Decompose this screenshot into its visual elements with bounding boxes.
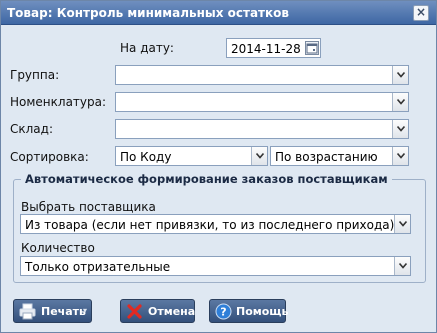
cancel-button[interactable]: Отмена xyxy=(120,299,195,323)
cancel-button-label: Отмена xyxy=(148,305,196,318)
date-field[interactable]: 2014-11-28 xyxy=(226,38,321,58)
printer-icon xyxy=(19,303,36,320)
calendar-icon[interactable] xyxy=(305,41,319,55)
supplier-label: Выбрать поставщика xyxy=(21,200,156,214)
chevron-down-icon[interactable] xyxy=(392,93,408,111)
quantity-value: Только отризательные xyxy=(25,260,171,274)
window-title: Товар: Контроль минимальных остатков xyxy=(7,6,289,20)
supplier-value: Из товара (если нет привязки, то из посл… xyxy=(25,218,395,232)
help-button[interactable]: ? Помощь xyxy=(209,299,289,323)
sort-field-select[interactable]: По Коду xyxy=(115,146,268,166)
print-button-label: Печать xyxy=(41,305,86,318)
group-label: Группа: xyxy=(10,68,60,82)
help-icon: ? xyxy=(215,303,232,320)
quantity-label: Количество xyxy=(21,241,95,255)
warehouse-label: Склад: xyxy=(10,122,53,136)
sort-field-value: По Коду xyxy=(120,150,172,164)
nomenclature-label: Номенклатура: xyxy=(10,95,107,109)
chevron-down-icon[interactable] xyxy=(394,215,410,233)
date-label: На дату: xyxy=(120,41,174,55)
sort-order-select[interactable]: По возрастанию xyxy=(270,146,409,166)
dropdown-arrow-icon: ▾ xyxy=(82,306,87,315)
dialog-window: Товар: Контроль минимальных остатков × Н… xyxy=(0,0,437,333)
chevron-down-icon[interactable] xyxy=(394,257,410,275)
svg-text:?: ? xyxy=(220,306,226,319)
chevron-down-icon[interactable] xyxy=(392,147,408,165)
help-button-label: Помощь xyxy=(236,305,289,318)
close-button[interactable]: × xyxy=(413,5,429,21)
chevron-down-icon[interactable] xyxy=(392,66,408,84)
close-icon xyxy=(126,303,143,320)
quantity-select[interactable]: Только отризательные xyxy=(20,256,411,276)
auto-orders-legend: Автоматическое формирование заказов пост… xyxy=(21,172,392,186)
nomenclature-select[interactable] xyxy=(115,92,409,112)
title-bar: Товар: Контроль минимальных остатков × xyxy=(1,1,436,25)
date-value: 2014-11-28 xyxy=(231,42,301,56)
sort-order-value: По возрастанию xyxy=(275,150,378,164)
supplier-select[interactable]: Из товара (если нет привязки, то из посл… xyxy=(20,214,411,234)
close-icon: × xyxy=(415,5,427,19)
group-select[interactable] xyxy=(115,65,409,85)
sort-label: Сортировка: xyxy=(10,150,89,164)
chevron-down-icon[interactable] xyxy=(251,147,267,165)
print-button[interactable]: Печать ▾ xyxy=(13,299,92,323)
chevron-down-icon[interactable] xyxy=(392,120,408,138)
warehouse-select[interactable] xyxy=(115,119,409,139)
